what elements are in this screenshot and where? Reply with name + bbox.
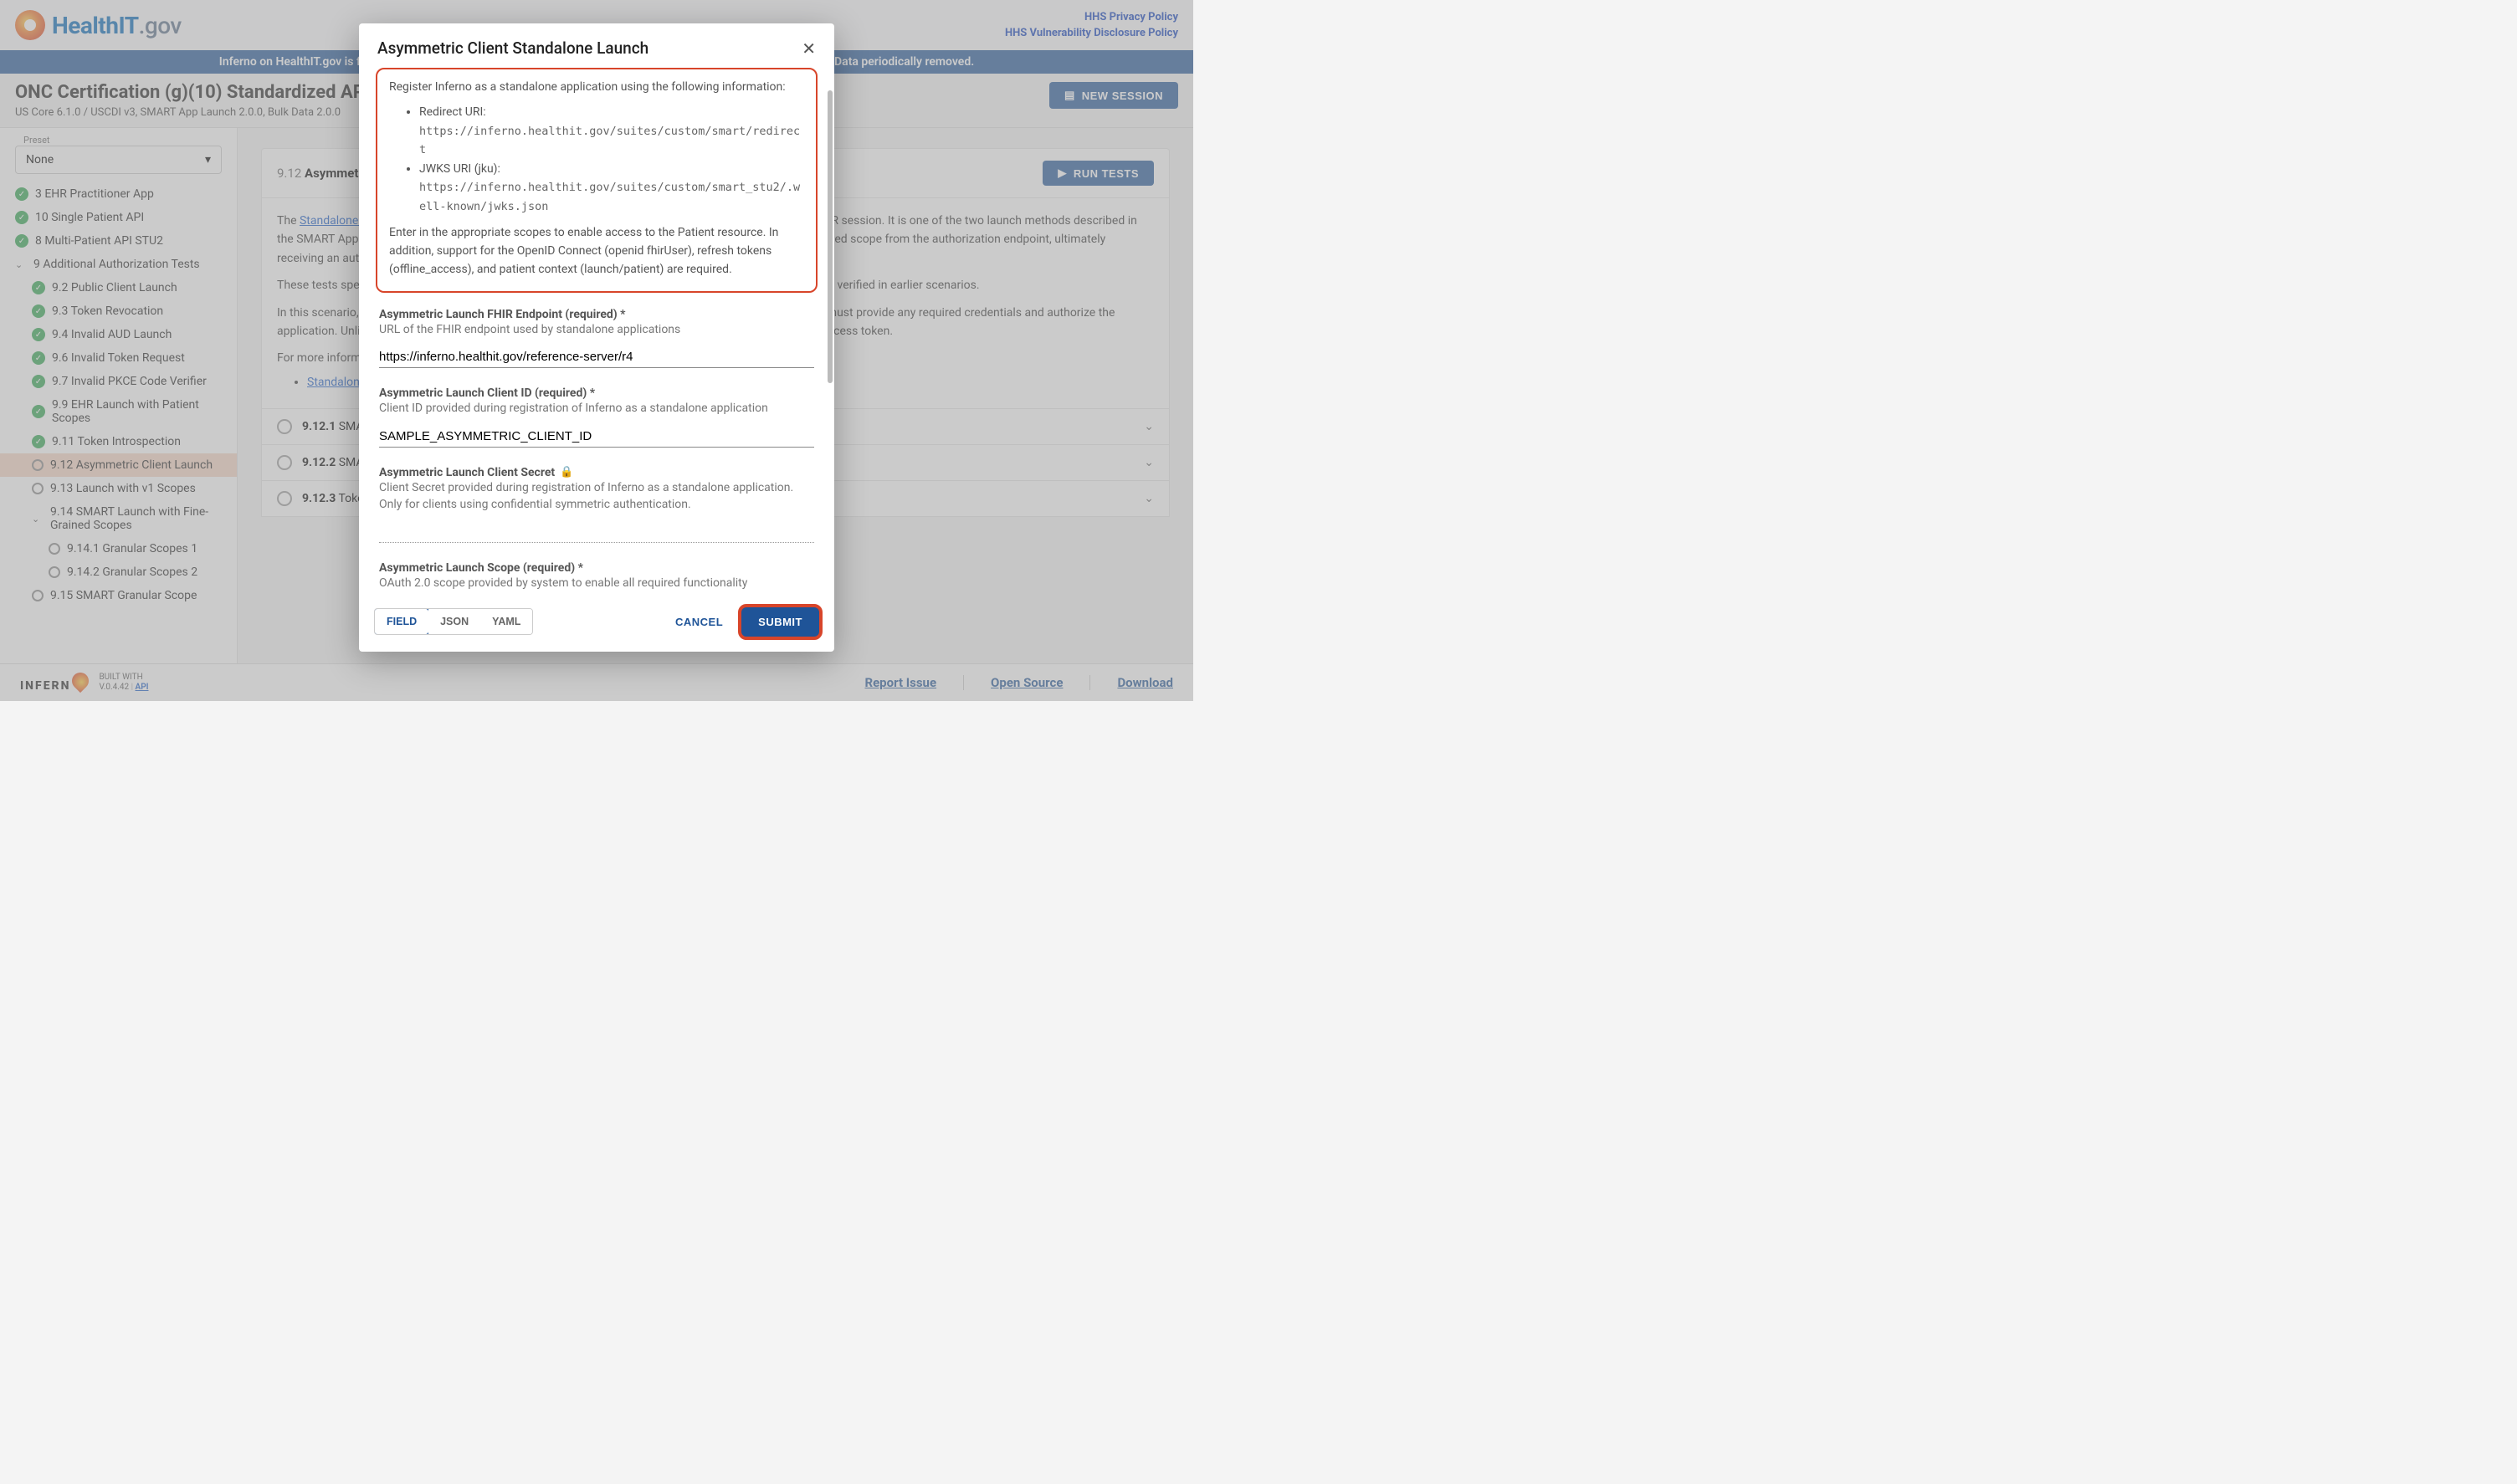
submit-button[interactable]: SUBMIT: [741, 607, 819, 637]
clientid-help: Client ID provided during registration o…: [379, 401, 814, 417]
lock-icon: 🔒: [560, 466, 573, 478]
cancel-button[interactable]: CANCEL: [664, 607, 735, 637]
info-box: Register Inferno as a standalone applica…: [376, 68, 818, 293]
jwks-uri: https://inferno.healthit.gov/suites/cust…: [419, 181, 800, 213]
secret-help: Client Secret provided during registrati…: [379, 480, 814, 513]
tab-yaml[interactable]: YAML: [480, 609, 532, 634]
modal: Asymmetric Client Standalone Launch ✕ Re…: [359, 23, 834, 652]
modal-overlay: Asymmetric Client Standalone Launch ✕ Re…: [0, 0, 1193, 701]
tab-field[interactable]: FIELD: [374, 608, 429, 635]
secret-input[interactable]: [379, 519, 814, 543]
endpoint-input[interactable]: [379, 345, 814, 368]
scrollbar[interactable]: [828, 90, 833, 383]
endpoint-label: Asymmetric Launch FHIR Endpoint (require…: [379, 308, 814, 321]
scope-label: Asymmetric Launch Scope (required) *: [379, 561, 814, 575]
modal-title: Asymmetric Client Standalone Launch: [377, 38, 648, 58]
jwks-label: JWKS URI (jku):: [419, 162, 500, 176]
scope-help: OAuth 2.0 scope provided by system to en…: [379, 576, 814, 592]
clientid-input[interactable]: [379, 424, 814, 448]
redirect-uri: https://inferno.healthit.gov/suites/cust…: [419, 125, 800, 157]
secret-label: Asymmetric Launch Client Secret 🔒: [379, 466, 814, 479]
tab-json[interactable]: JSON: [428, 609, 480, 634]
format-tabs: FIELD JSON YAML: [374, 608, 533, 635]
redirect-label: Redirect URI:: [419, 105, 486, 119]
endpoint-help: URL of the FHIR endpoint used by standal…: [379, 322, 814, 339]
close-button[interactable]: ✕: [802, 38, 816, 59]
clientid-label: Asymmetric Launch Client ID (required) *: [379, 386, 814, 400]
